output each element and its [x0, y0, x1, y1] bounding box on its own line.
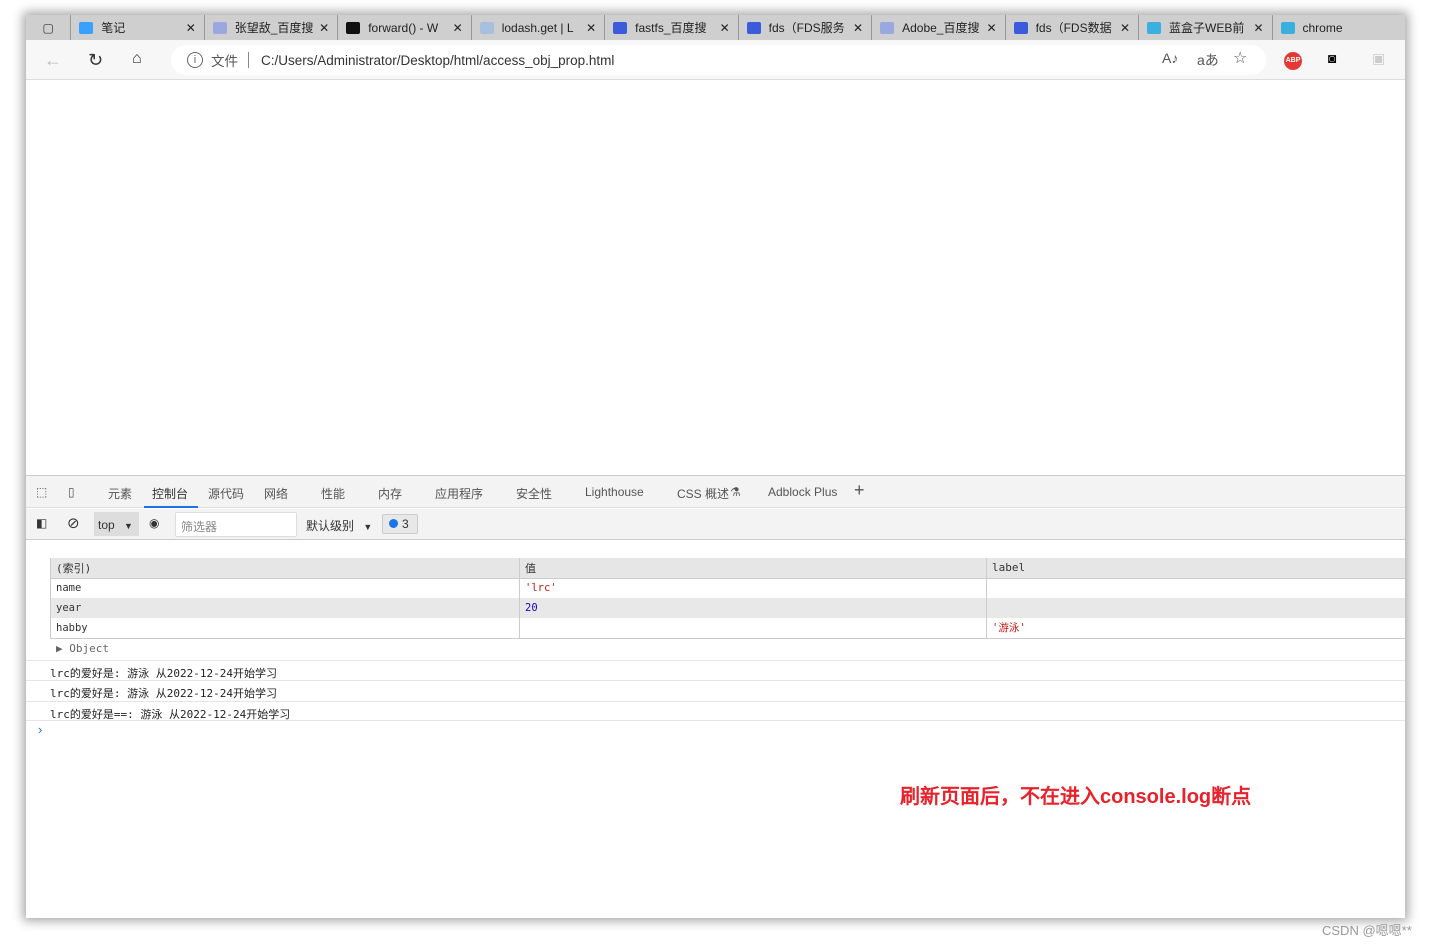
- inspect-icon[interactable]: ⬚: [36, 485, 47, 499]
- browser-tab[interactable]: 笔记 ✕: [70, 15, 203, 40]
- console-message: lrc的爱好是: 游泳 从2022-12-24开始学习: [26, 660, 1405, 680]
- back-icon[interactable]: ←: [44, 50, 62, 71]
- column-header[interactable]: 值: [519, 558, 987, 579]
- tab-elements[interactable]: 元素: [108, 485, 132, 502]
- console-message: lrc的爱好是: 游泳 从2022-12-24开始学习: [26, 680, 1405, 700]
- workspaces-icon[interactable]: ▢: [26, 15, 70, 40]
- address-bar-row: ← ↻ ⌂ i 文件 C:/Users/Administrator/Deskto…: [26, 40, 1405, 80]
- column-header[interactable]: label: [986, 558, 1405, 579]
- tab-network[interactable]: 网络: [264, 485, 288, 502]
- tab-css-overview[interactable]: CSS 概述: [677, 485, 729, 502]
- tab-lighthouse[interactable]: Lighthouse: [585, 485, 644, 499]
- tab-security[interactable]: 安全性: [516, 485, 552, 502]
- message-icon: [389, 519, 398, 528]
- adblock-plus-icon[interactable]: ABP: [1284, 52, 1302, 70]
- browser-tab[interactable]: fds（FDS服务 ✕: [737, 15, 871, 40]
- table-row: habby '游泳': [50, 618, 1405, 639]
- log-level-select[interactable]: 默认级别 ▼: [306, 517, 372, 534]
- tab-console[interactable]: 控制台: [143, 485, 199, 508]
- filter-input[interactable]: 筛选器: [175, 512, 297, 537]
- tab-sources[interactable]: 源代码: [208, 485, 244, 502]
- annotation-text: 刷新页面后，不在进入console.log断点: [900, 786, 1252, 808]
- close-icon[interactable]: ✕: [720, 21, 730, 35]
- favicon-icon: [346, 21, 361, 34]
- file-label: 文件: [211, 54, 238, 69]
- close-icon[interactable]: ✕: [186, 21, 196, 35]
- favicon-icon: [880, 21, 895, 34]
- browser-tab[interactable]: Adobe_百度搜 ✕: [871, 15, 1004, 40]
- favicon-icon: [79, 21, 94, 34]
- image-icon[interactable]: ▣: [1372, 50, 1385, 67]
- close-icon[interactable]: ✕: [853, 21, 863, 35]
- info-icon[interactable]: i: [187, 52, 203, 68]
- url-text[interactable]: C:/Users/Administrator/Desktop/html/acce…: [261, 53, 614, 68]
- favicon-icon: [1147, 21, 1162, 34]
- close-icon[interactable]: ✕: [1120, 21, 1130, 35]
- home-icon[interactable]: ⌂: [132, 50, 142, 68]
- tab-application[interactable]: 应用程序: [435, 485, 483, 502]
- favicon-icon: [746, 21, 761, 34]
- close-icon[interactable]: ✕: [586, 21, 596, 35]
- table-row: year 20: [50, 598, 1405, 618]
- column-header[interactable]: (索引): [50, 558, 520, 579]
- add-tab-icon[interactable]: +: [854, 480, 865, 501]
- close-icon[interactable]: ✕: [1253, 21, 1263, 35]
- favicon-icon: [1013, 21, 1028, 34]
- console-toolbar: ◧ ⊘ top ▼ ◉ 筛选器 默认级别 ▼ 3: [26, 509, 1405, 540]
- device-toolbar-icon[interactable]: ▯: [68, 485, 75, 499]
- tab-adblock-plus[interactable]: Adblock Plus: [768, 485, 837, 499]
- console-message: lrc的爱好是==: 游泳 从2022-12-24开始学习: [26, 701, 1405, 721]
- dropdown-arrow-icon: ▼: [124, 521, 133, 531]
- sidebar-toggle-icon[interactable]: ◧: [36, 516, 47, 530]
- translate-icon[interactable]: aあ: [1197, 50, 1219, 70]
- browser-tab[interactable]: 蓝盒子WEB前 ✕: [1138, 15, 1271, 40]
- favicon-icon: [1280, 21, 1295, 34]
- watermark: CSDN @嗯嗯**: [1322, 923, 1412, 938]
- read-aloud-icon[interactable]: A♪: [1162, 50, 1178, 66]
- browser-tab[interactable]: forward() - W ✕: [337, 15, 470, 40]
- close-icon[interactable]: ✕: [319, 21, 329, 35]
- divider: [248, 52, 249, 68]
- message-count-badge[interactable]: 3: [382, 514, 418, 534]
- close-icon[interactable]: ✕: [987, 21, 997, 35]
- close-icon[interactable]: ✕: [453, 21, 463, 35]
- tab-strip: ▢ 笔记 ✕ 张望敌_百度搜 ✕ forward() - W ✕ lodash.get…: [26, 15, 1405, 40]
- favicon-icon: [613, 21, 628, 34]
- favicon-icon: [479, 21, 494, 34]
- table-row: name'lrc': [50, 578, 1405, 598]
- browser-tab[interactable]: chrome: [1271, 15, 1405, 40]
- devtools-tabs: ⬚ ▯ 元素 控制台 源代码 网络 性能 内存 应用程序 安全性 Lightho…: [26, 475, 1405, 508]
- url-field[interactable]: i 文件 C:/Users/Administrator/Desktop/html…: [171, 45, 1266, 75]
- favicon-icon: [212, 21, 227, 34]
- browser-tab[interactable]: fds（FDS数据 ✕: [1004, 15, 1138, 40]
- extension-icon[interactable]: ◙: [1328, 50, 1336, 66]
- tab-memory[interactable]: 内存: [378, 485, 402, 502]
- live-expression-eye-icon[interactable]: ◉: [149, 516, 159, 530]
- console-table: (索引) 值 label name'lrc' year 20 habby '游泳': [50, 558, 1405, 639]
- context-select[interactable]: top ▼: [94, 512, 139, 536]
- browser-tab[interactable]: 张望敌_百度搜 ✕: [203, 15, 337, 40]
- console-prompt[interactable]: ›: [38, 722, 42, 737]
- browser-tab[interactable]: fastfs_百度搜 ✕: [604, 15, 737, 40]
- refresh-icon[interactable]: ↻: [88, 50, 103, 71]
- tab-performance[interactable]: 性能: [321, 485, 345, 502]
- flask-icon: ⚗: [730, 485, 741, 499]
- clear-console-icon[interactable]: ⊘: [67, 514, 80, 532]
- object-expander[interactable]: ▶ Object: [56, 642, 109, 655]
- browser-window: ▢ 笔记 ✕ 张望敌_百度搜 ✕ forward() - W ✕ lodash.get…: [26, 15, 1405, 918]
- dropdown-arrow-icon: ▼: [363, 522, 373, 532]
- favorite-add-icon[interactable]: ☆: [1233, 48, 1247, 68]
- browser-tab[interactable]: lodash.get | L ✕: [470, 15, 604, 40]
